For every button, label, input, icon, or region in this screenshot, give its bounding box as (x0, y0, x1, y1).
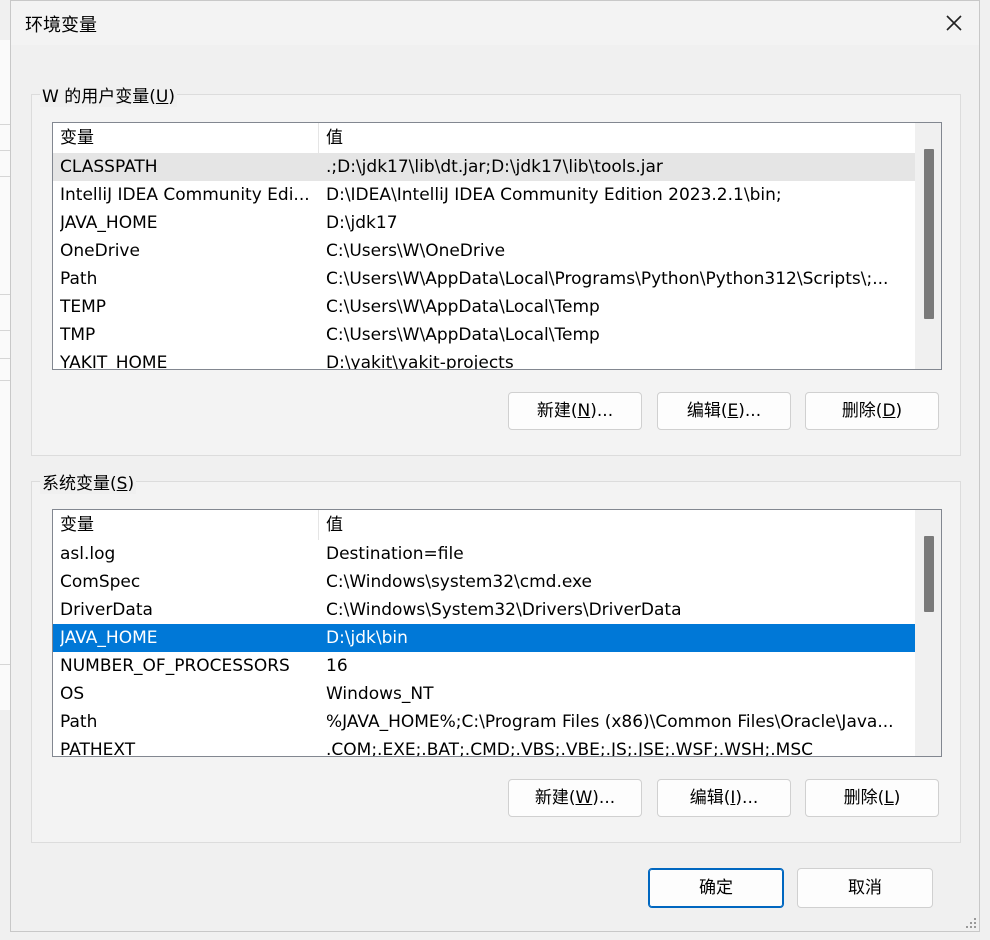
variable-name-cell: YAKIT_HOME (60, 353, 168, 370)
dialog-title: 环境变量 (25, 15, 97, 36)
variable-name-cell: NUMBER_OF_PROCESSORS (60, 656, 290, 676)
table-row[interactable]: IntelliJ IDEA Community Edi... D:\IDEA\In… (53, 181, 915, 209)
user-delete-button[interactable]: 删除(D) (805, 392, 939, 430)
variable-name-cell: CLASSPATH (60, 157, 158, 177)
system-variables-list[interactable]: 变量 值 asl.log Destination=file ComSpec C:\Wi… (52, 509, 942, 757)
list-header: 变量 值 (53, 510, 915, 540)
variable-value-cell: Destination=file (326, 544, 464, 564)
variable-name-cell: Path (60, 712, 98, 732)
user-edit-button[interactable]: 编辑(E)... (657, 392, 791, 430)
variable-value-cell: Windows_NT (326, 684, 434, 704)
system-list-scrollbar[interactable] (915, 510, 941, 756)
ok-button[interactable]: 确定 (648, 868, 784, 908)
variable-name-cell: Path (60, 269, 98, 289)
system-variable-rows: asl.log Destination=file ComSpec C:\Windows… (53, 540, 915, 757)
table-row[interactable]: Path %JAVA_HOME%;C:\Program Files (x86)\C… (53, 708, 915, 736)
table-row[interactable]: OS Windows_NT (53, 680, 915, 708)
system-edit-button[interactable]: 编辑(I)... (657, 779, 791, 817)
cancel-button[interactable]: 取消 (797, 868, 933, 908)
table-row[interactable]: DriverData C:\Windows\System32\Drivers\Dr… (53, 596, 915, 624)
table-row[interactable]: PATHEXT .COM;.EXE;.BAT;.CMD;.VBS;.VBE;.JS… (53, 736, 915, 757)
system-variables-group: 系统变量(S) 变量 值 asl.log Destination=file ComS… (31, 469, 961, 843)
table-row[interactable]: JAVA_HOME D:\jdk\bin (53, 624, 915, 652)
table-row[interactable]: JAVA_HOME D:\jdk17 (53, 209, 915, 237)
variable-value-cell: .;D:\jdk17\lib\dt.jar;D:\jdk17\lib\tools… (326, 157, 663, 177)
variable-value-cell: C:\Windows\system32\cmd.exe (326, 572, 593, 592)
table-row[interactable]: ComSpec C:\Windows\system32\cmd.exe (53, 568, 915, 596)
variable-value-cell: %JAVA_HOME%;C:\Program Files (x86)\Commo… (326, 712, 894, 732)
variable-name-cell: JAVA_HOME (60, 628, 158, 648)
user-variables-label: W 的用户变量(U) (40, 82, 177, 107)
table-row[interactable]: CLASSPATH .;D:\jdk17\lib\dt.jar;D:\jdk17\… (53, 153, 915, 181)
close-button[interactable] (933, 3, 975, 43)
scrollbar-thumb[interactable] (924, 149, 934, 319)
table-row[interactable]: TMP C:\Users\W\AppData\Local\Temp (53, 321, 915, 349)
environment-variables-dialog: 环境变量 W 的用户变量(U) 变量 值 CLASSPATH .;D:\jdk17… (10, 0, 980, 932)
variable-value-cell: C:\Users\W\OneDrive (326, 241, 506, 261)
column-header-value[interactable]: 值 (319, 510, 915, 540)
column-header-variable[interactable]: 变量 (53, 510, 319, 540)
user-variable-rows: CLASSPATH .;D:\jdk17\lib\dt.jar;D:\jdk17\… (53, 153, 915, 370)
variable-name-cell: TEMP (60, 297, 107, 317)
close-icon (946, 15, 962, 31)
variable-value-cell: C:\Users\W\AppData\Local\Programs\Python… (326, 269, 889, 289)
system-new-button[interactable]: 新建(W)... (508, 779, 642, 817)
scrollbar-thumb[interactable] (924, 536, 934, 612)
variable-name-cell: TMP (60, 325, 96, 345)
variable-value-cell: C:\Users\W\AppData\Local\Temp (326, 325, 600, 345)
table-row[interactable]: Path C:\Users\W\AppData\Local\Programs\Py… (53, 265, 915, 293)
variable-name-cell: OneDrive (60, 241, 140, 261)
user-new-button[interactable]: 新建(N)... (508, 392, 642, 430)
column-header-value[interactable]: 值 (319, 123, 915, 153)
variable-name-cell: IntelliJ IDEA Community Edi... (60, 185, 310, 205)
variable-name-cell: PATHEXT (60, 740, 136, 757)
table-row[interactable]: YAKIT_HOME D:\yakit\yakit-projects (53, 349, 915, 370)
variable-value-cell: D:\yakit\yakit-projects (326, 353, 514, 370)
table-row[interactable]: OneDrive C:\Users\W\OneDrive (53, 237, 915, 265)
variable-value-cell: D:\jdk17 (326, 213, 398, 233)
user-list-scrollbar[interactable] (915, 123, 941, 369)
user-variables-group: W 的用户变量(U) 变量 值 CLASSPATH .;D:\jdk17\lib\… (31, 82, 961, 456)
table-row[interactable]: NUMBER_OF_PROCESSORS 16 (53, 652, 915, 680)
system-variables-label: 系统变量(S) (40, 469, 137, 494)
variable-value-cell: C:\Users\W\AppData\Local\Temp (326, 297, 600, 317)
variable-name-cell: asl.log (60, 544, 116, 564)
variable-value-cell: D:\IDEA\IntelliJ IDEA Community Edition … (326, 185, 782, 205)
variable-name-cell: ComSpec (60, 572, 141, 592)
variable-name-cell: JAVA_HOME (60, 213, 158, 233)
variable-value-cell: 16 (326, 656, 348, 676)
variable-name-cell: OS (60, 684, 85, 704)
title-bar: 环境变量 (11, 1, 979, 45)
column-header-variable[interactable]: 变量 (53, 123, 319, 153)
user-variables-list[interactable]: 变量 值 CLASSPATH .;D:\jdk17\lib\dt.jar;D:\j… (52, 122, 942, 370)
table-row[interactable]: asl.log Destination=file (53, 540, 915, 568)
variable-name-cell: DriverData (60, 600, 153, 620)
system-delete-button[interactable]: 删除(L) (805, 779, 939, 817)
resize-grip-icon[interactable] (965, 917, 977, 929)
variable-value-cell: .COM;.EXE;.BAT;.CMD;.VBS;.VBE;.JS;.JSE;.… (326, 740, 814, 757)
variable-value-cell: C:\Windows\System32\Drivers\DriverData (326, 600, 682, 620)
list-header: 变量 值 (53, 123, 915, 153)
table-row[interactable]: TEMP C:\Users\W\AppData\Local\Temp (53, 293, 915, 321)
variable-value-cell: D:\jdk\bin (326, 628, 408, 648)
